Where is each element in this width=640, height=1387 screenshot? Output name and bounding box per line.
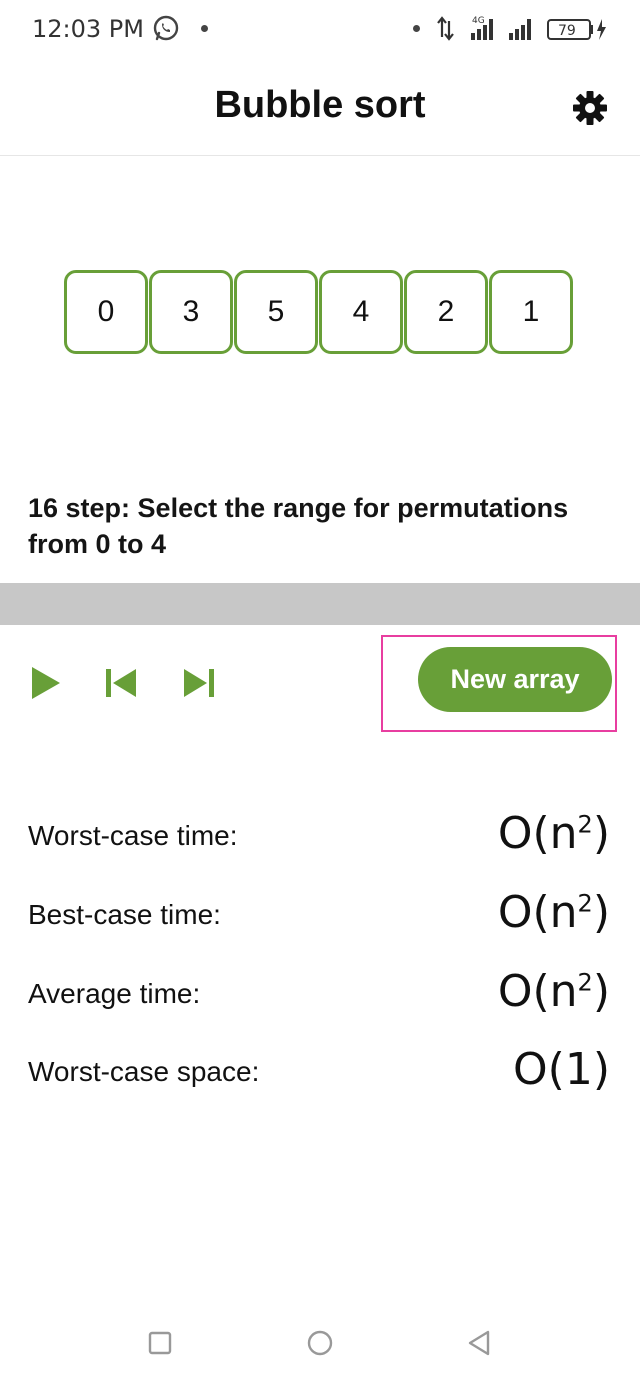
page-title: Bubble sort <box>214 84 426 126</box>
status-time: 12:03 PM <box>32 15 144 43</box>
status-dot <box>413 25 420 32</box>
gear-icon[interactable] <box>570 88 610 128</box>
array-cell: 0 <box>64 270 148 354</box>
network-type-label: 4G <box>472 16 485 26</box>
array-cell: 1 <box>489 270 573 354</box>
step-description: 16 step: Select the range for permutatio… <box>28 493 569 559</box>
complexity-value: O(n2) <box>497 887 610 938</box>
app-bar: Bubble sort <box>0 58 640 156</box>
home-circle-icon[interactable] <box>303 1326 337 1360</box>
charging-icon <box>597 19 606 40</box>
complexity-row: Worst-case space: O(1) <box>28 1044 610 1095</box>
complexity-label: Best-case time: <box>28 899 221 930</box>
play-icon[interactable] <box>22 660 68 706</box>
battery-level: 79 <box>558 23 576 39</box>
system-status-icons: 4G 79 <box>437 16 606 41</box>
notification-dot <box>201 25 208 32</box>
data-arrows-icon <box>437 16 454 41</box>
skip-next-icon[interactable] <box>176 660 222 706</box>
status-bar: 12:03 PM 4G 79 <box>0 0 640 58</box>
array-cell: 5 <box>234 270 318 354</box>
complexity-label: Worst-case space: <box>28 1056 260 1087</box>
array-cell: 4 <box>319 270 403 354</box>
array-cell: 3 <box>149 270 233 354</box>
signal-icon <box>509 19 531 40</box>
complexity-label: Worst-case time: <box>28 820 238 851</box>
array-cell: 2 <box>404 270 488 354</box>
skip-previous-icon[interactable] <box>98 660 144 706</box>
progress-track <box>0 583 640 625</box>
back-triangle-icon[interactable] <box>463 1326 497 1360</box>
complexity-label: Average time: <box>28 978 201 1009</box>
complexity-row: Best-case time: O(n2) <box>28 887 610 938</box>
complexity-row: Average time: O(n2) <box>28 966 610 1017</box>
battery-icon: 79 <box>547 19 593 40</box>
whatsapp-icon <box>153 15 179 41</box>
complexity-value: O(n2) <box>497 808 610 859</box>
new-array-button[interactable]: New array <box>418 647 612 712</box>
complexity-value: O(1) <box>513 1044 610 1095</box>
recents-square-icon[interactable] <box>143 1326 177 1360</box>
complexity-value: O(n2) <box>497 966 610 1017</box>
array-display: 0 3 5 4 2 1 <box>64 270 574 356</box>
complexity-row: Worst-case time: O(n2) <box>28 808 610 859</box>
